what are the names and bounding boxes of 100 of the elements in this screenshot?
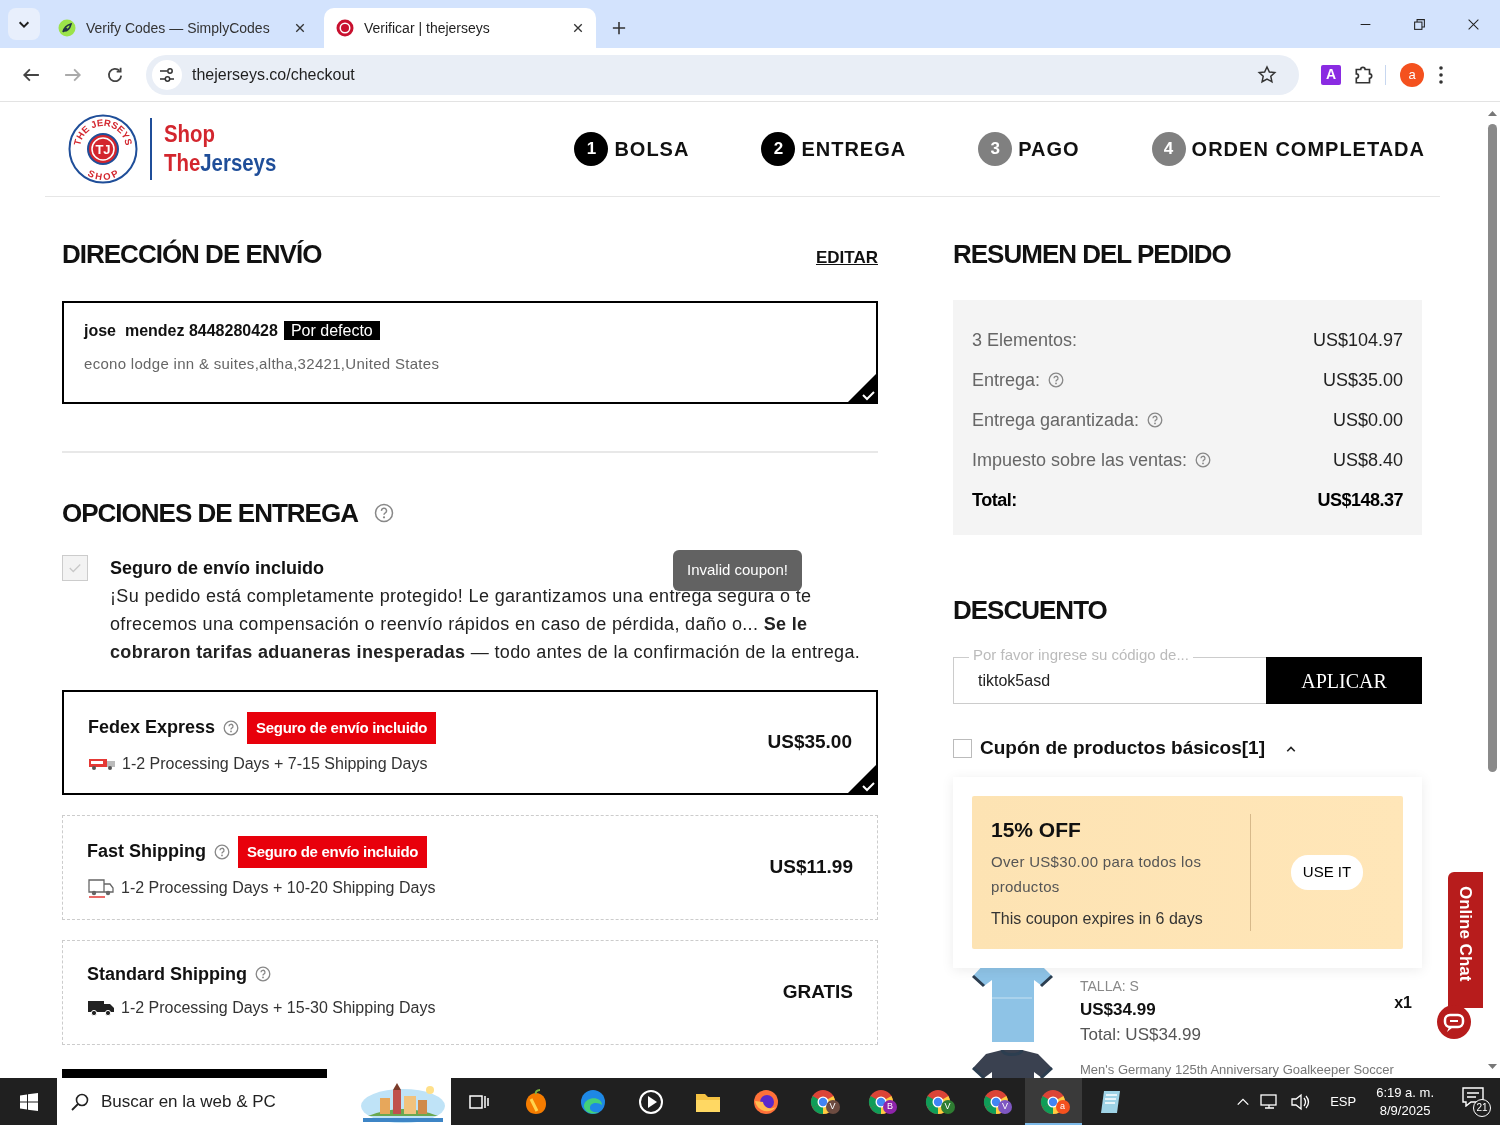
volume-icon[interactable] — [1290, 1092, 1311, 1111]
summary-value: US$8.40 — [1332, 448, 1403, 472]
option-name: Fast Shipping — [87, 840, 206, 864]
bookmark-star-icon[interactable] — [1257, 64, 1277, 85]
task-view-icon[interactable] — [469, 1092, 489, 1111]
insurance-tag: Seguro de envío incluido — [247, 711, 437, 745]
profile-letter: V — [998, 1100, 1012, 1114]
language-indicator[interactable]: ESP — [1330, 1091, 1357, 1112]
section-title: OPCIONES DE ENTREGA — [62, 497, 358, 529]
coupon-list-label: Cupón de productos básicos[1] — [980, 736, 1266, 761]
address-card[interactable]: jose mendez 8448280428 Por defecto econo lodge inn & suites,altha,32421,United States — [62, 300, 878, 404]
step-number: 4 — [1151, 132, 1186, 166]
option-price: GRATIS — [782, 979, 853, 1004]
taskbar-app[interactable]: B — [852, 1078, 910, 1125]
shipping-option[interactable]: Fedex Express Seguro de envío incluido 1-2 Processing Days + 7-15 Shipping Days US$35.00 — [62, 689, 878, 795]
summary-label: Entrega garantizada: — [972, 408, 1140, 432]
more-menu-icon[interactable] — [1438, 64, 1444, 85]
online-chat-button[interactable]: Online Chat — [1448, 872, 1483, 1008]
site-settings-icon[interactable] — [159, 66, 175, 83]
insurance-label: Seguro de envío incluido — [110, 556, 325, 580]
brand-name: Shop — [164, 120, 216, 149]
field-label: Por favor ingrese su código de... — [969, 646, 1193, 665]
summary-value: US$148.37 — [1317, 488, 1403, 512]
help-icon — [214, 843, 230, 860]
leaf-icon — [58, 19, 76, 37]
summary-value: US$0.00 — [1332, 408, 1403, 432]
option-name: Fedex Express — [88, 716, 216, 740]
taskbar-app[interactable]: V — [967, 1078, 1025, 1125]
taskbar-app[interactable]: V — [794, 1078, 852, 1125]
coupon-title: 15% OFF — [991, 816, 1082, 843]
step-number: 2 — [761, 132, 796, 166]
clock-time: 6:19 a. m. — [1376, 1083, 1434, 1102]
step-label: ORDEN COMPLETADA — [1191, 137, 1425, 162]
option-details: 1-2 Processing Days + 10-20 Shipping Days — [121, 878, 436, 899]
shipping-option[interactable]: Fast Shipping Seguro de envío incluido 1-2 Processing Days + 10-20 Shipping Days US$11.99 — [62, 814, 878, 920]
section-title: DESCUENTO — [953, 595, 1108, 627]
option-details: 1-2 Processing Days + 15-30 Shipping Days — [121, 997, 436, 1018]
edge-icon — [580, 1088, 607, 1115]
option-price: US$35.00 — [767, 729, 852, 754]
step-label: PAGO — [1018, 137, 1080, 162]
summary-label: Impuesto sobre las ventas: — [972, 448, 1188, 472]
insurance-tag: Seguro de envío incluido — [238, 835, 428, 869]
browser-tab[interactable]: Verify Codes — SimplyCodes — [46, 8, 318, 48]
section-title: DIRECCIÓN DE ENVÍO — [62, 239, 322, 271]
profile-letter: B — [883, 1100, 897, 1114]
tab-list-button[interactable] — [8, 8, 40, 40]
search-icon — [71, 1092, 89, 1111]
summary-label: 3 Elementos: — [972, 328, 1078, 352]
checkbox[interactable] — [953, 739, 972, 759]
close-icon[interactable] — [572, 22, 584, 34]
selected-corner-icon — [847, 763, 877, 794]
coupon-expiry: This coupon expires in 6 days — [991, 909, 1204, 930]
extension-button[interactable]: A — [1321, 64, 1341, 85]
checkout-button[interactable] — [62, 1068, 327, 1078]
step-label: ENTREGA — [801, 137, 907, 162]
step-number: 1 — [574, 132, 609, 166]
item-price: US$34.99 — [1080, 998, 1157, 1021]
truck-icon — [87, 998, 115, 1017]
carrier-truck-icon — [88, 757, 116, 772]
item-total: Total: US$34.99 — [1080, 1024, 1202, 1047]
close-icon[interactable] — [1466, 17, 1480, 31]
address-line: econo lodge inn & suites,altha,32421,United States — [84, 353, 441, 374]
windows-start-icon[interactable] — [19, 1092, 38, 1111]
taskbar-search-field[interactable]: Buscar en la web & PC — [95, 1078, 360, 1125]
close-icon[interactable] — [294, 22, 306, 34]
option-details: 1-2 Processing Days + 7-15 Shipping Days — [122, 754, 428, 775]
item-size: TALLA: S — [1080, 976, 1140, 996]
play-icon — [637, 1088, 664, 1115]
apply-button[interactable]: APLICAR — [1266, 657, 1422, 705]
step-number: 3 — [978, 132, 1013, 166]
error-toast: Invalid coupon! — [673, 550, 802, 591]
firefox-icon — [752, 1088, 779, 1115]
item-quantity: x1 — [1394, 992, 1412, 1013]
clock-date: 8/9/2025 — [1378, 1101, 1432, 1120]
reload-icon[interactable] — [106, 65, 124, 84]
section-title: RESUMEN DEL PEDIDO — [953, 239, 1232, 271]
shipping-option[interactable]: Standard Shipping 1-2 Processing Days + 15-30 Shipping Days GRATIS — [62, 939, 878, 1045]
summary-value: US$35.00 — [1322, 368, 1403, 392]
selected-corner-icon — [847, 372, 877, 403]
summary-label: Entrega: — [972, 368, 1041, 392]
recipient-name: jose mendez 8448280428 — [84, 321, 278, 339]
chat-bubble-icon[interactable] — [1436, 1004, 1472, 1040]
option-price: US$11.99 — [769, 854, 853, 879]
brand-name: TheJerseys — [164, 149, 277, 178]
help-icon — [373, 503, 394, 524]
item-title: Men's Germany 125th Anniversary Goalkeeper Soccer — [1080, 1060, 1394, 1078]
jersey-logo-icon — [336, 19, 354, 37]
step-label: BOLSA — [614, 137, 690, 162]
coupon-description: Over US$30.00 para todos los productos — [991, 852, 1203, 898]
help-icon — [255, 966, 271, 983]
use-coupon-button[interactable]: USE IT — [1290, 855, 1364, 890]
help-icon — [223, 719, 240, 736]
new-tab-icon[interactable] — [612, 21, 626, 35]
summary-value: US$104.97 — [1312, 328, 1403, 352]
restore-icon[interactable] — [1412, 17, 1426, 31]
browser-tab[interactable]: Verificar | thejerseys — [324, 8, 596, 48]
notification-count: 21 — [1473, 1098, 1491, 1117]
default-tag: Por defecto — [283, 320, 380, 340]
edit-link[interactable]: EDITAR — [816, 245, 878, 271]
taskbar-app[interactable]: V — [909, 1078, 967, 1125]
